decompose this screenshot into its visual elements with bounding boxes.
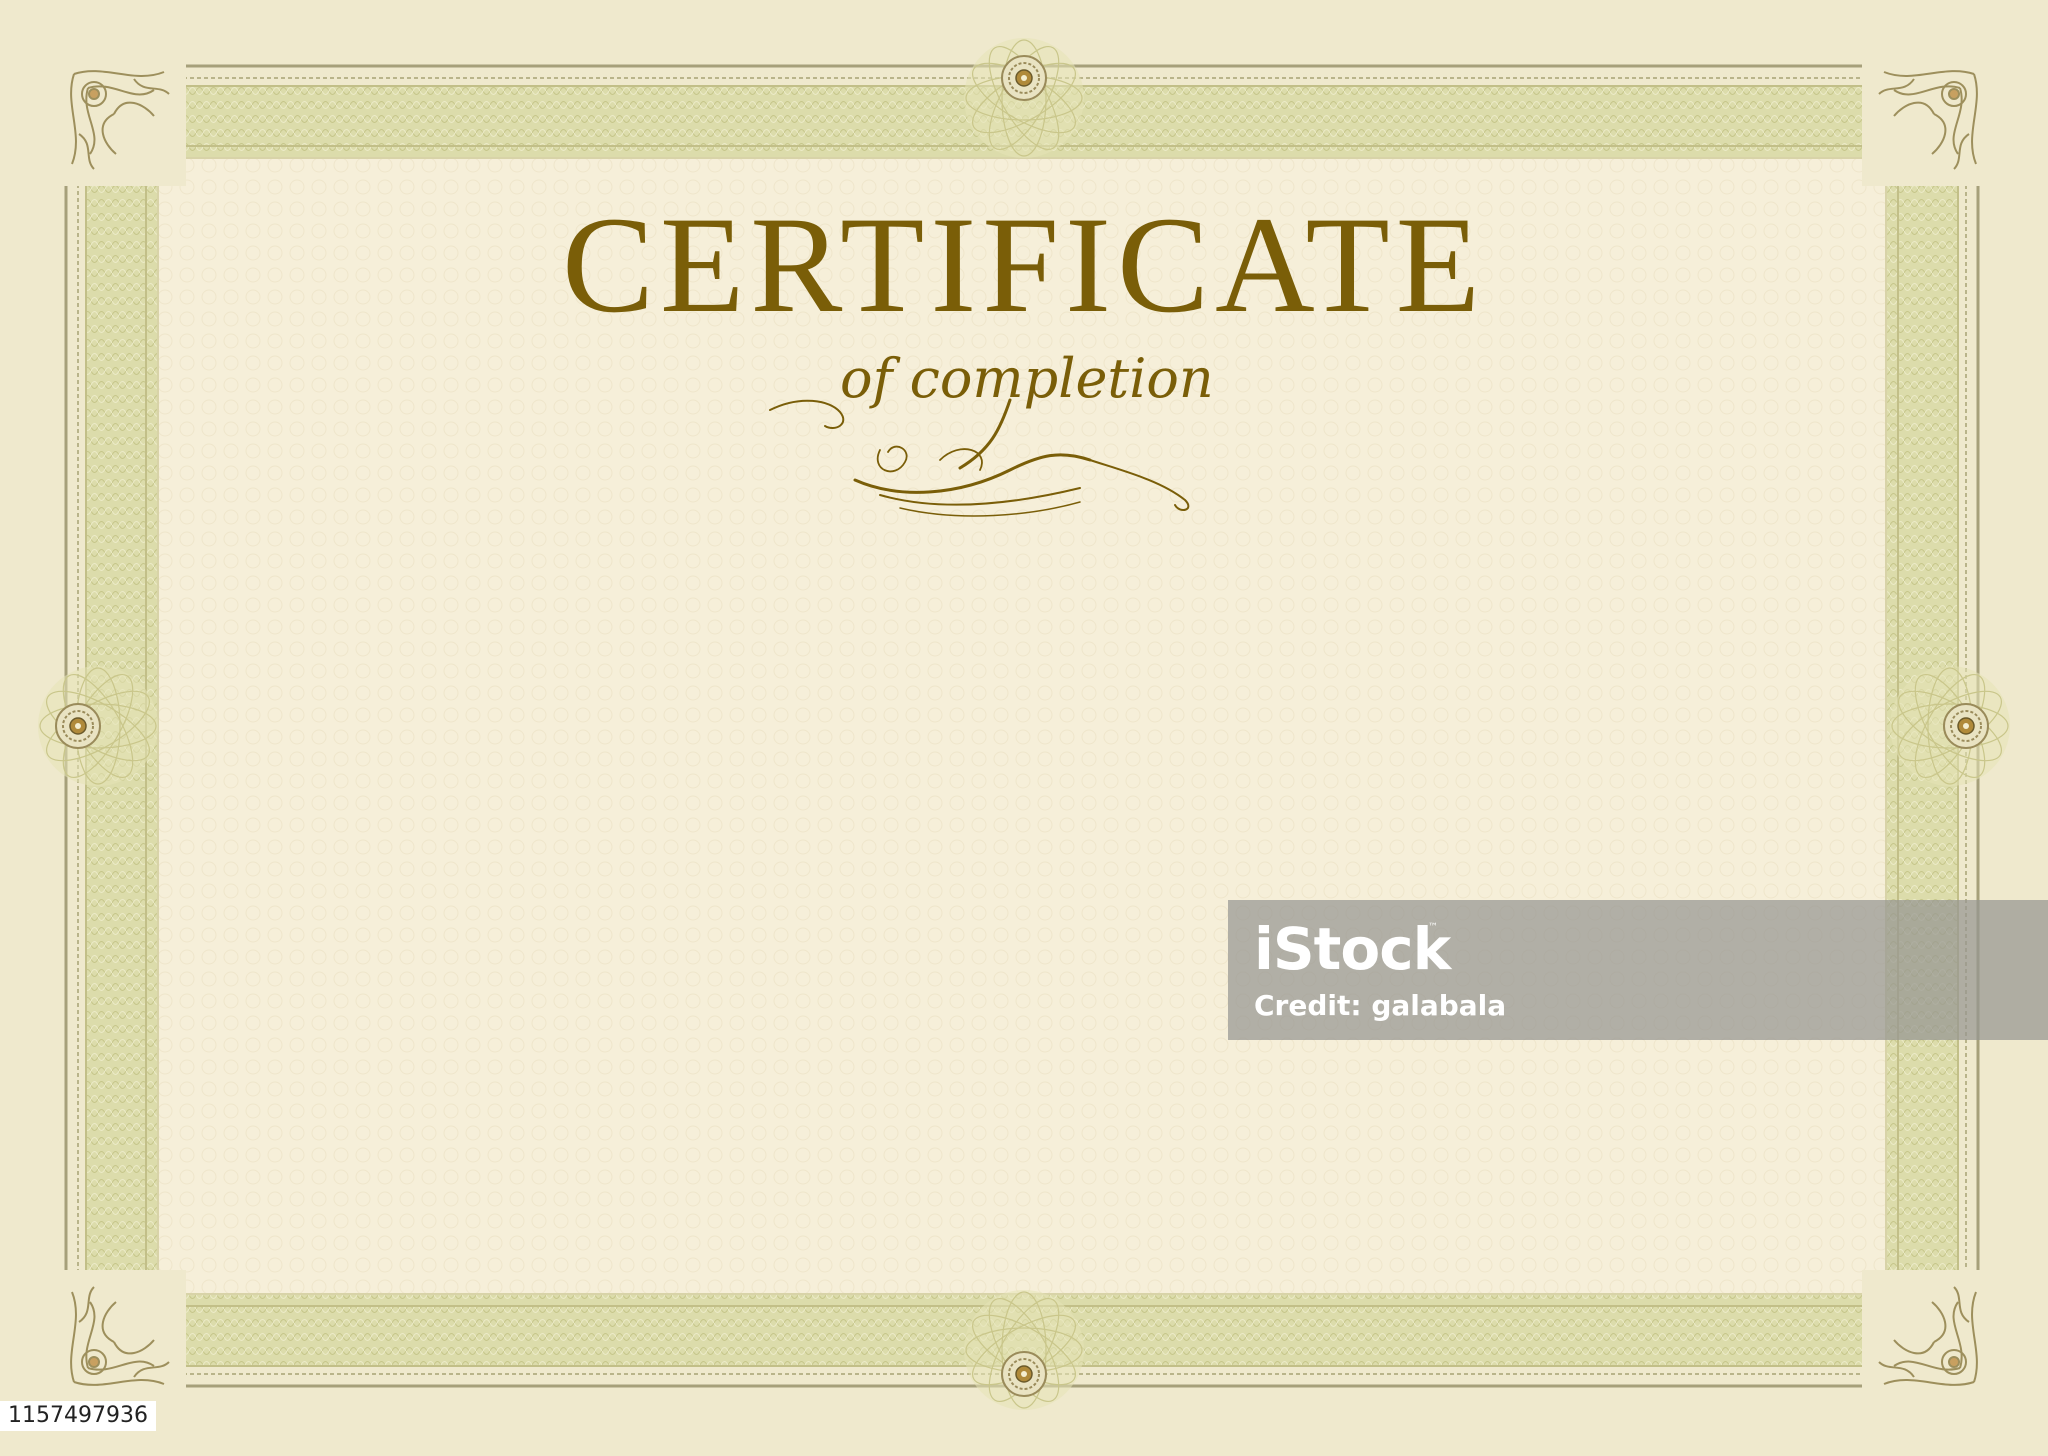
certificate-title: CERTIFICATE bbox=[561, 188, 1487, 341]
image-id-label: 1157497936 bbox=[0, 1401, 156, 1431]
certificate-subtitle: of completion bbox=[840, 347, 1214, 410]
stock-watermark: iStock ™ Credit: galabala bbox=[1228, 900, 2048, 1040]
watermark-trademark: ™ bbox=[1428, 922, 1438, 933]
watermark-logo: iStock bbox=[1254, 915, 1451, 983]
watermark-credit: Credit: galabala bbox=[1254, 989, 1507, 1022]
